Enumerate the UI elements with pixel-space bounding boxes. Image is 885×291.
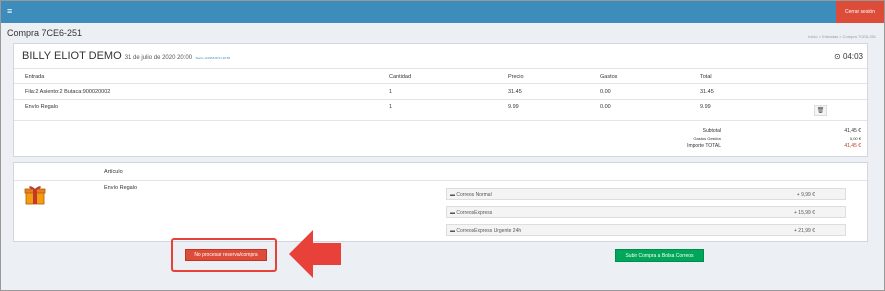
col-header-cantidad: Cantidad [389, 74, 412, 80]
order-box: BILLY ELIOT DEMO 31 de julio de 2020 20:… [13, 43, 868, 157]
truck-icon: ▬ [450, 210, 455, 216]
table-cell: 31.45 [700, 89, 714, 95]
logout-button[interactable]: Cerrar sesión [836, 1, 884, 23]
fees-label: Gastos Gestión [693, 136, 721, 141]
shipping-option-price: + 15,99 € [794, 210, 815, 216]
table-cell: 1 [389, 89, 393, 95]
event-date: 31 de julio de 2020 20:00 [124, 55, 193, 61]
event-subtitle: Teatro 12345678 51:45:56 [195, 56, 231, 60]
menu-icon[interactable]: ≡ [7, 7, 12, 16]
arrow-left-icon [289, 230, 341, 278]
divider [14, 99, 867, 100]
breadcrumb[interactable]: Inicio > Entradas > Compra 7CE6-251 [808, 34, 876, 39]
table-cell: 1 [389, 104, 393, 110]
gift-icon [24, 186, 46, 205]
table-cell: 0.00 [600, 104, 611, 110]
cancel-purchase-button[interactable]: No procesar reserva/compra [185, 249, 267, 261]
subtotal-label: Subtotal [702, 128, 721, 134]
page-title: Compra 7CE6-251 [7, 28, 83, 38]
col-header-total: Total [700, 74, 712, 80]
event-title: BILLY ELIOT DEMO 31 de julio de 2020 20:… [22, 50, 230, 62]
table-cell: Envío Regalo [25, 104, 59, 110]
total-value: 41,45 € [844, 143, 861, 149]
col-header-precio: Precio [508, 74, 524, 80]
clock-icon: ⊙ [834, 52, 841, 61]
total-label: Importe TOTAL [687, 143, 721, 149]
divider [14, 120, 867, 121]
shipping-option[interactable]: ▬ CorreosExpress + 15,99 € [446, 206, 846, 218]
divider [14, 68, 867, 69]
trash-icon: 🗑 [816, 108, 825, 114]
subtotal-value: 41,45 € [844, 128, 861, 134]
table-cell: 9.99 [700, 104, 711, 110]
shipping-option[interactable]: ▬ Correos Normal + 9,99 € [446, 188, 846, 200]
divider [14, 180, 867, 181]
shipping-option-name: Correos Normal [456, 192, 492, 198]
table-cell: Fila:2 Asiento:2 Butaca:900020002 [25, 89, 111, 95]
table-cell: 0.00 [600, 89, 611, 95]
timer-value: 04:03 [842, 52, 863, 61]
shipping-option-price: + 21,99 € [794, 228, 815, 234]
fees-value: 0,00 € [849, 136, 861, 141]
truck-icon: ▬ [450, 192, 455, 198]
shipping-option-name: CorreosExpress [456, 210, 493, 216]
shipping-option[interactable]: ▬ CorreosExpress Urgente 24h + 21,99 € [446, 224, 846, 236]
article-header: Artículo [104, 169, 123, 175]
truck-icon: ▬ [450, 228, 455, 234]
shipping-option-name: CorreosExpress Urgente 24h [456, 228, 522, 234]
table-cell: 31.45 [508, 89, 522, 95]
col-header-gastos: Gastos [600, 74, 618, 80]
delete-button[interactable]: 🗑 [814, 105, 827, 116]
article-box: Artículo Envío Regalo ▬ Correos Normal +… [13, 162, 868, 242]
col-header-entrada: Entrada [25, 74, 45, 80]
divider [14, 83, 867, 84]
event-name: BILLY ELIOT DEMO [22, 50, 122, 62]
table-cell: 9.99 [508, 104, 519, 110]
shipping-option-price: + 9,99 € [796, 192, 815, 198]
article-item: Envío Regalo [104, 185, 138, 191]
top-navbar: ≡ Cerrar sesión [1, 1, 884, 23]
countdown-timer: ⊙ 04:03 [834, 52, 863, 61]
submit-purchase-button[interactable]: Subir Compra a Bolsa Correos [615, 249, 704, 262]
